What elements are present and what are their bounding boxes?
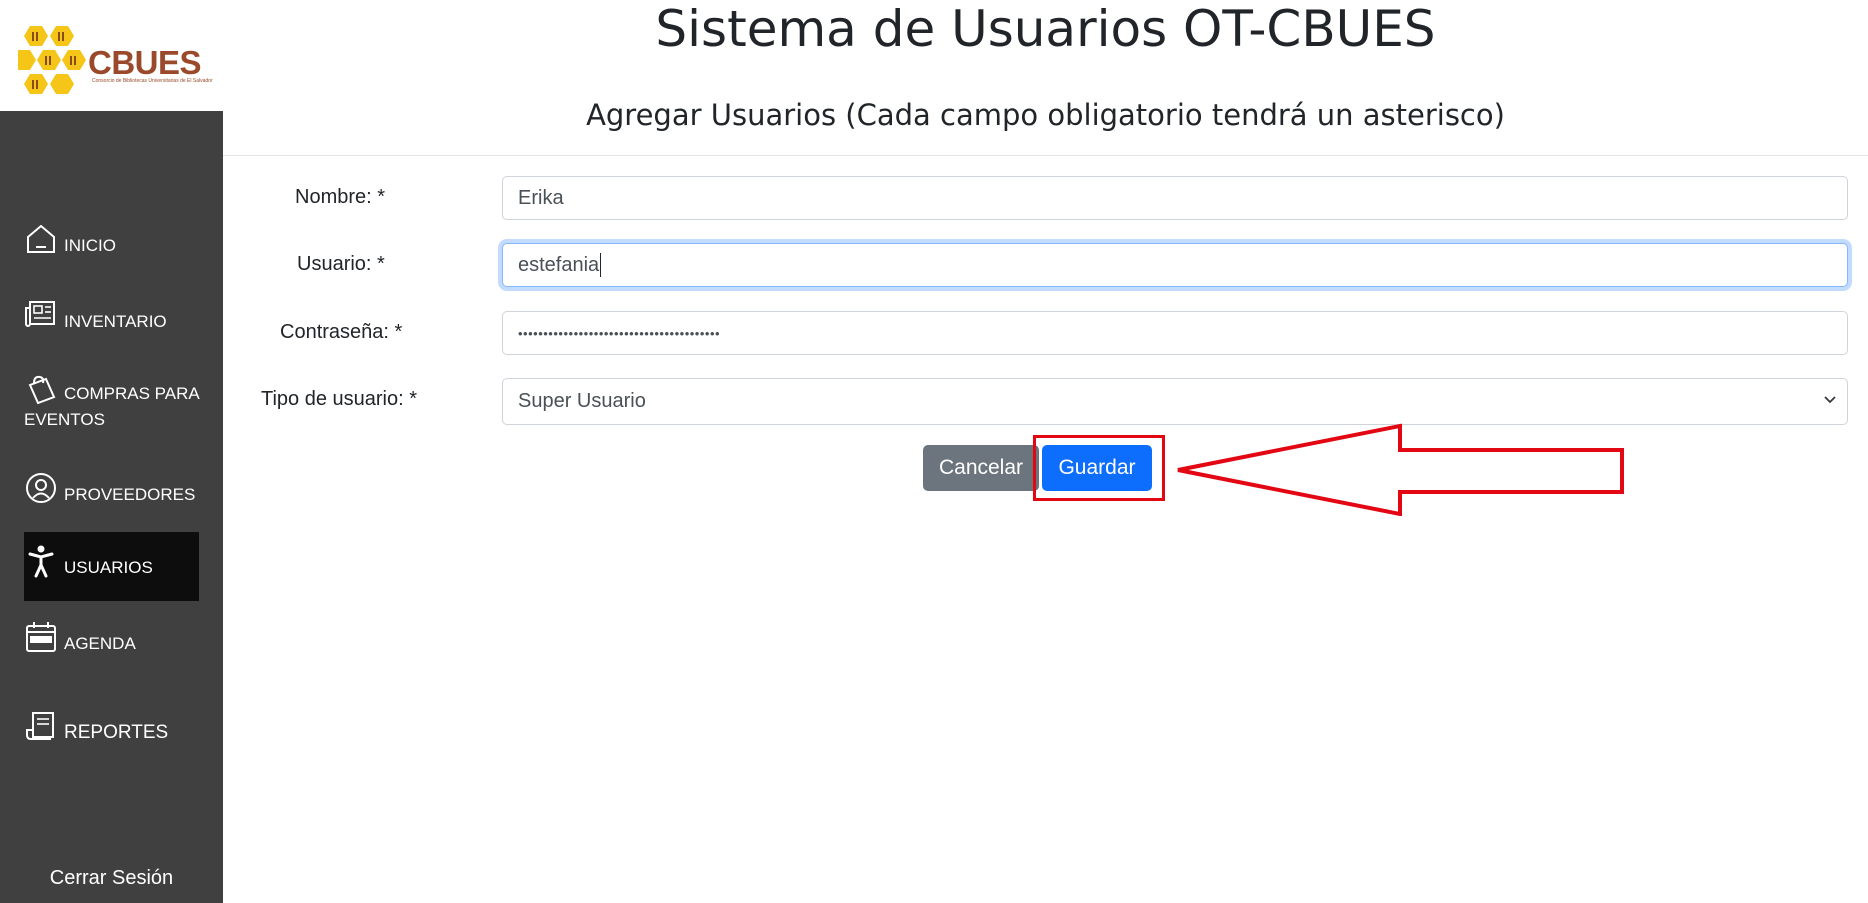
usuario-input[interactable]: estefania (502, 243, 1848, 287)
password-input[interactable]: •••••••••••••••••••••••••••••••••••••••• (502, 311, 1848, 355)
person-circle-icon (24, 471, 58, 505)
sidebar-item-inventario[interactable]: INVENTARIO (24, 298, 199, 332)
cancel-button[interactable]: Cancelar (923, 445, 1039, 491)
logout-link[interactable]: Cerrar Sesión (0, 867, 223, 890)
calendar-icon (24, 620, 58, 654)
sidebar-item-label: PROVEEDORES (64, 485, 196, 504)
form-subtitle: Agregar Usuarios (Cada campo obligatorio… (586, 98, 1505, 132)
chevron-down-icon (1824, 396, 1836, 404)
sidebar-item-label: USUARIOS (64, 558, 153, 577)
tipo-usuario-select[interactable]: Super Usuario (502, 378, 1848, 425)
tipo-label: Tipo de usuario: * (261, 388, 418, 410)
sidebar-item-label: INICIO (64, 236, 116, 255)
tipo-value: Super Usuario (518, 390, 646, 412)
nombre-label: Nombre: * (295, 186, 386, 208)
sidebar-item-usuarios[interactable]: USUARIOS (24, 532, 199, 601)
password-value: •••••••••••••••••••••••••••••••••••••••• (518, 325, 721, 341)
text-cursor (600, 253, 602, 277)
usuario-value: estefania (518, 253, 600, 276)
nombre-input[interactable]: Erika (502, 176, 1848, 220)
annotation-highlight-box (1033, 435, 1165, 501)
receipt-icon (24, 710, 58, 744)
brand-name: CBUES (88, 44, 202, 81)
annotation-arrow-icon (1177, 423, 1624, 516)
sidebar-item-inicio[interactable]: INICIO (24, 222, 199, 256)
sidebar-item-proveedores[interactable]: PROVEEDORES (24, 471, 199, 505)
usuario-label: Usuario: * (297, 253, 385, 275)
brand-tagline: Consorcio de Bibliotecas Universitarias … (92, 78, 213, 84)
divider (223, 155, 1868, 156)
nombre-value: Erika (518, 186, 564, 209)
sidebar-item-label: REPORTES (64, 722, 169, 743)
sidebar-item-label: AGENDA (64, 634, 136, 653)
sidebar-item-compras[interactable]: COMPRAS PARA EVENTOS (24, 373, 199, 433)
page-title: Sistema de Usuarios OT-CBUES (655, 0, 1436, 58)
honeycomb-logo-icon (18, 26, 86, 94)
bag-icon (24, 373, 58, 407)
house-icon (24, 222, 58, 256)
logo: CBUES Consorcio de Bibliotecas Universit… (0, 0, 223, 111)
sidebar-item-reportes[interactable]: REPORTES (24, 710, 199, 744)
sidebar-item-agenda[interactable]: AGENDA (24, 620, 199, 654)
person-icon (24, 544, 58, 578)
newspaper-icon (24, 298, 58, 332)
sidebar-item-label: INVENTARIO (64, 312, 167, 331)
password-label: Contraseña: * (280, 321, 403, 343)
